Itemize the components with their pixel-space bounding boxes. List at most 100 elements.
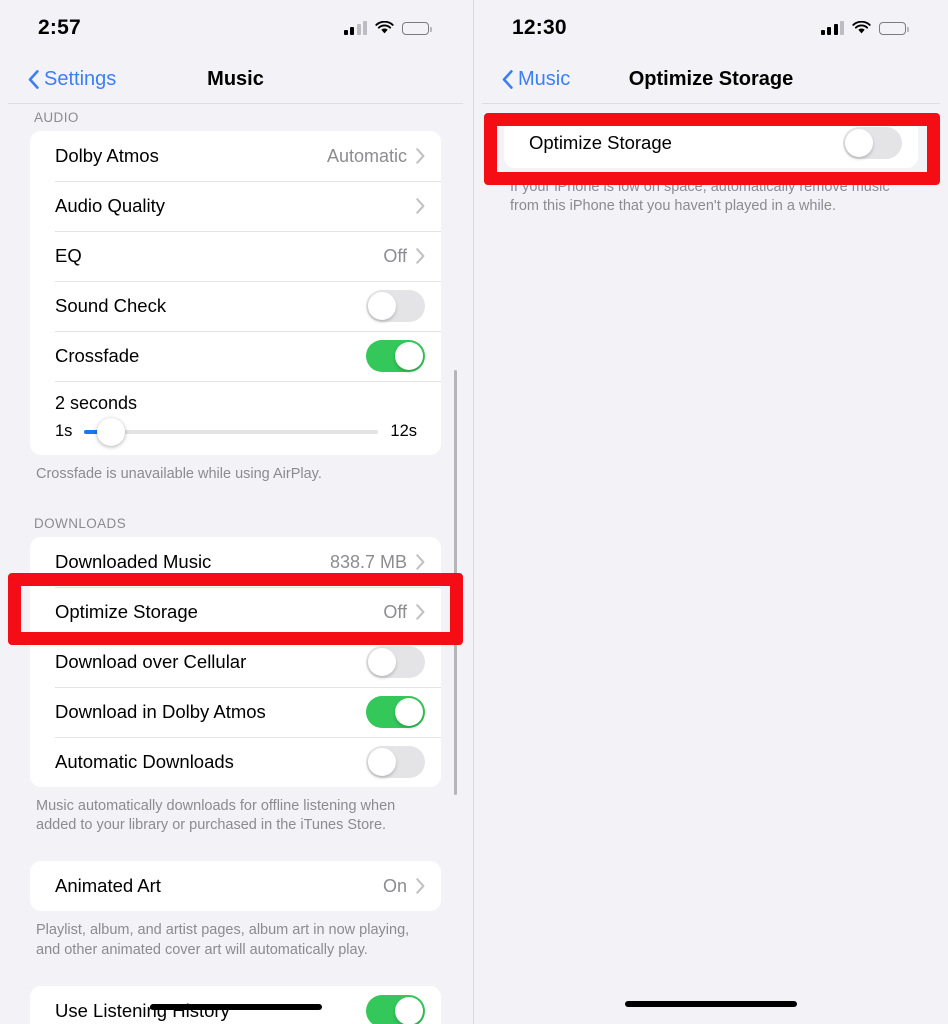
back-button-music[interactable]: Music [502,68,570,91]
wifi-icon [852,20,871,35]
row-accessory: 838.7 MB [330,552,425,573]
left-phone-viewport: 2:57 Settings Music AUDIO Dolby Atmos Au… [8,0,463,1024]
status-icons-group [820,20,909,35]
optimize-storage-card: Optimize Storage [504,118,918,168]
row-optimize-storage[interactable]: Optimize Storage Off [30,587,441,638]
row-label: Optimize Storage [529,132,672,153]
footnote-optimize-storage: If your iPhone is low on space, automati… [510,179,890,215]
downloads-section-card: Downloaded Music 838.7 MB Optimize Stora… [30,537,441,788]
settings-list[interactable]: AUDIO Dolby Atmos Automatic Audio Qualit… [8,104,463,1024]
chevron-right-icon [416,554,425,570]
home-indicator [149,1004,322,1010]
row-download-over-cellular[interactable]: Download over Cellular [30,637,441,688]
row-label: Automatic Downloads [55,751,234,773]
wifi-icon [375,20,394,35]
back-button-label: Settings [44,68,117,90]
toggle-optimize-storage[interactable] [843,127,902,159]
toggle-knob [845,129,873,157]
row-detail: Off [383,245,407,266]
row-accessory: Off [383,602,425,623]
row-sound-check[interactable]: Sound Check [30,281,441,331]
crossfade-slider[interactable] [84,417,379,446]
chevron-right-icon [416,248,425,264]
toggle-use-listening-history[interactable] [366,994,425,1024]
row-detail: Automatic [326,145,407,166]
footnote-crossfade: Crossfade is unavailable while using Air… [36,466,322,482]
left-nav-bar: Settings Music [8,56,463,104]
dual-screenshot-container: 2:57 Settings Music AUDIO Dolby Atmos Au… [0,0,948,1024]
row-detail: Off [383,601,407,622]
toggle-knob [368,748,396,777]
crossfade-duration-slider-row[interactable]: 2 seconds 1s 12s [30,381,441,455]
status-time: 12:30 [512,16,567,39]
audio-section-card: Dolby Atmos Automatic Audio Quality EQ O… [30,131,441,455]
row-accessory: Automatic [327,146,425,167]
battery-icon [879,21,909,35]
row-label: Download over Cellular [55,651,247,673]
right-status-bar: 12:30 [482,0,940,56]
chevron-left-icon [28,70,39,89]
right-phone-viewport: 12:30 Music Optimize Storage Optimize St… [482,0,940,1024]
toggle-knob [395,996,423,1024]
chevron-right-icon [416,878,425,895]
row-label: Sound Check [55,295,167,316]
toggle-knob [395,342,423,370]
optimize-storage-list[interactable]: Optimize Storage If your iPhone is low o… [482,104,940,1024]
status-time: 2:57 [38,16,81,39]
toggle-download-over-cellular[interactable] [366,646,425,679]
toggle-sound-check[interactable] [366,290,425,322]
slider-min-label: 1s [55,422,73,440]
row-label: Downloaded Music [55,551,212,573]
row-downloaded-music[interactable]: Downloaded Music 838.7 MB [30,537,441,588]
back-button-settings[interactable]: Settings [28,68,116,91]
battery-icon [402,21,432,35]
row-label: Download in Dolby Atmos [55,701,266,723]
toggle-knob [368,648,396,677]
cellular-signal-icon [820,21,844,35]
toggle-knob [368,292,396,320]
row-detail: On [382,875,407,896]
row-eq[interactable]: EQ Off [30,231,441,281]
slider-knob[interactable] [96,417,125,446]
toggle-automatic-downloads[interactable] [366,746,425,779]
toggle-crossfade[interactable] [366,340,425,372]
row-optimize-storage-toggle[interactable]: Optimize Storage [504,118,918,168]
row-animated-art[interactable]: Animated Art On [30,861,441,912]
right-phone-screen: 12:30 Music Optimize Storage Optimize St… [474,0,948,1024]
row-label: Audio Quality [55,195,166,216]
row-label: Dolby Atmos [55,145,159,166]
row-accessory [407,198,425,214]
row-dolby-atmos[interactable]: Dolby Atmos Automatic [30,131,441,181]
row-label: EQ [55,245,82,266]
row-label: Use Listening History [55,999,230,1021]
slider-line: 1s 12s [55,417,417,446]
footnote-downloads: Music automatically downloads for offlin… [36,798,396,834]
right-nav-bar: Music Optimize Storage [482,56,940,104]
row-crossfade[interactable]: Crossfade [30,331,441,381]
row-automatic-downloads[interactable]: Automatic Downloads [30,737,441,788]
toggle-knob [395,698,423,727]
toggle-download-in-dolby-atmos[interactable] [366,696,425,729]
row-download-in-dolby-atmos[interactable]: Download in Dolby Atmos [30,687,441,738]
animated-art-card: Animated Art On [30,861,441,912]
back-button-label: Music [518,68,571,90]
chevron-left-icon [502,70,513,89]
chevron-right-icon [416,148,425,164]
row-label: Crossfade [55,345,140,366]
left-status-bar: 2:57 [8,0,463,56]
footnote-animated-art: Playlist, album, and artist pages, album… [36,922,410,958]
section-header-downloads: DOWNLOADS [34,516,127,532]
status-icons-group [343,20,432,35]
row-audio-quality[interactable]: Audio Quality [30,181,441,231]
chevron-right-icon [416,604,425,620]
row-detail: 838.7 MB [329,551,407,572]
row-label: Optimize Storage [55,601,198,623]
chevron-right-icon [416,198,425,214]
row-accessory: Off [383,246,425,267]
cellular-signal-icon [343,21,367,35]
vertical-scrollbar[interactable] [453,370,457,795]
